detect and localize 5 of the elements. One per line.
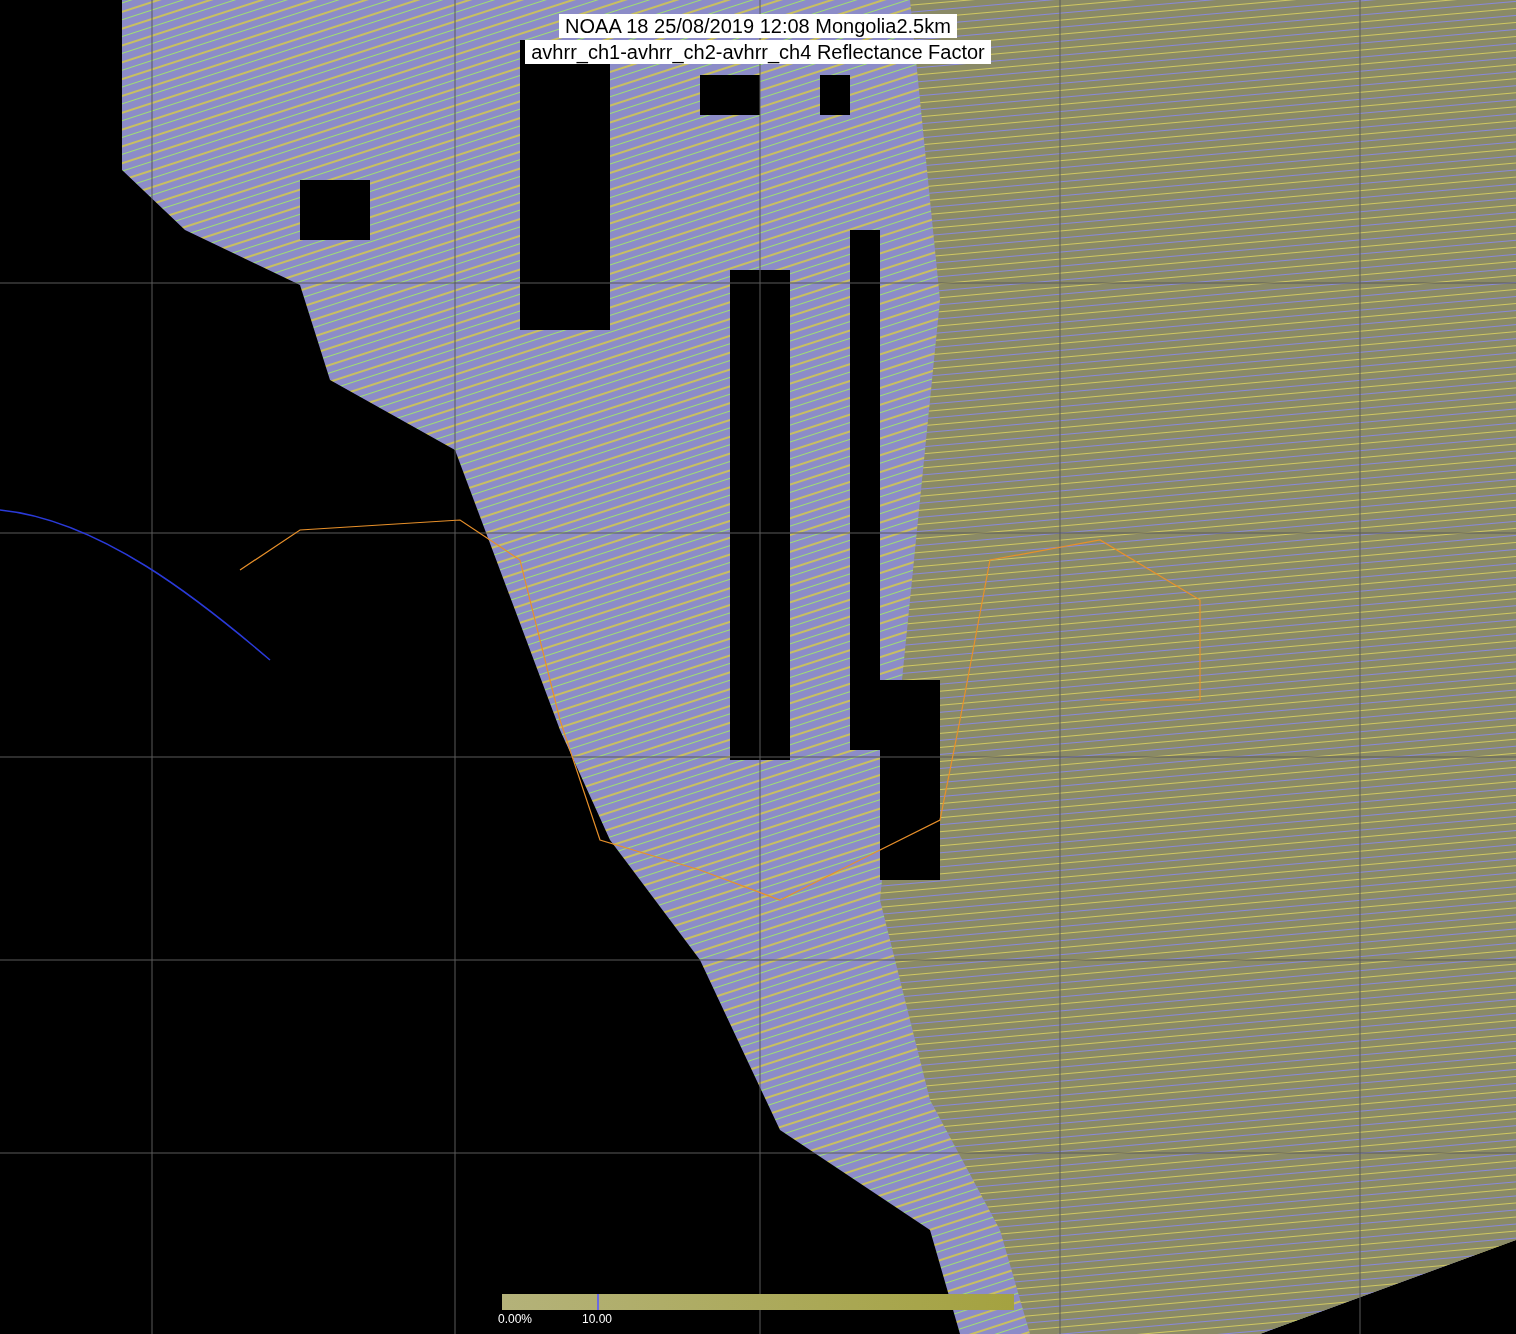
map-title: avhrr_ch1-avhrr_ch2-avhrr_ch4 Reflectance Factor: [525, 40, 991, 64]
colorbar-tick-label: 10.00: [582, 1312, 613, 1326]
colorbar-marker: [597, 1294, 599, 1310]
map-title: NOAA 18 25/08/2019 12:08 Mongolia2.5km: [559, 14, 957, 38]
colorbar-tick-label: 0.00%: [498, 1312, 533, 1326]
